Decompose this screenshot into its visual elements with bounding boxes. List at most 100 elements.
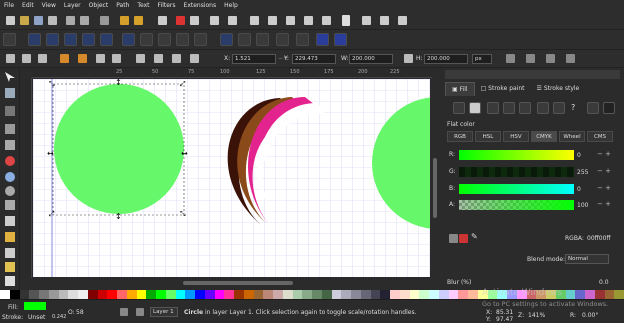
radial-gradient-button[interactable] [503, 102, 515, 114]
selector-tool-icon[interactable] [5, 72, 15, 82]
align-distribute-icon[interactable] [362, 16, 371, 25]
palette-swatch[interactable] [263, 290, 273, 299]
snap-midpoint-button[interactable] [220, 33, 233, 46]
zoom-drawing-icon[interactable] [228, 16, 237, 25]
layer-visibility-icon[interactable] [120, 308, 128, 316]
snap-nodes-button[interactable] [122, 33, 135, 46]
stroke-value[interactable]: Unset [28, 314, 45, 321]
palette-swatch[interactable] [380, 290, 390, 299]
palette-swatch[interactable] [19, 290, 30, 299]
rotate-cw-icon[interactable] [78, 54, 87, 63]
palette-swatch[interactable] [156, 290, 166, 299]
fill-rule-nonzero-button[interactable] [603, 102, 615, 114]
move-gradients-icon[interactable] [546, 54, 555, 63]
rgba-value[interactable]: 00ff00ff [587, 235, 611, 242]
palette-swatch[interactable] [78, 290, 88, 299]
flip-vertical-icon[interactable] [112, 54, 121, 63]
scale-corners-icon[interactable] [526, 54, 535, 63]
scale-handle-top-icon[interactable]: ↕ [115, 79, 122, 87]
corner-handle-tr-icon[interactable]: ⤢ [180, 80, 186, 89]
mode-cms-tab[interactable]: CMS [587, 131, 613, 142]
paste-icon[interactable] [190, 16, 199, 25]
scale-handle-right-icon[interactable]: ↔ [181, 149, 188, 158]
swatch-button[interactable] [553, 102, 565, 114]
corner-handle-tl-icon[interactable]: ⤡ [49, 80, 55, 89]
scale-stroke-icon[interactable] [506, 54, 515, 63]
palette-swatch[interactable] [204, 290, 215, 299]
palette-swatch[interactable] [458, 290, 468, 299]
palette-swatch[interactable] [565, 290, 576, 299]
snap-smooth-button[interactable] [194, 33, 207, 46]
palette-swatch[interactable] [117, 290, 127, 299]
undo-arrow-icon[interactable] [120, 16, 129, 25]
palette-swatch[interactable] [39, 290, 49, 299]
snap-intersections-button[interactable] [158, 33, 171, 46]
ungroup-icon[interactable] [322, 16, 331, 25]
new-document-icon[interactable] [6, 16, 15, 25]
mesh-gradient-button[interactable] [519, 102, 531, 114]
menu-layer[interactable]: Layer [64, 2, 81, 9]
menu-extensions[interactable]: Extensions [184, 2, 217, 9]
h-field[interactable]: 200.000 [424, 54, 468, 64]
deselect-icon[interactable] [38, 54, 47, 63]
palette-swatch[interactable] [175, 290, 186, 299]
x-field[interactable]: 1.521 [232, 54, 276, 64]
y-field[interactable]: 229.473 [292, 54, 336, 64]
menu-filters[interactable]: Filters [158, 2, 176, 9]
a-stepper[interactable]: − + [597, 200, 611, 208]
palette-swatch[interactable] [253, 290, 264, 299]
mode-wheel-tab[interactable]: Wheel [559, 131, 585, 142]
b-slider[interactable] [459, 184, 574, 194]
raise-to-top-icon[interactable] [136, 54, 145, 63]
palette-swatch[interactable] [468, 290, 478, 299]
menu-file[interactable]: File [4, 2, 14, 9]
mode-hsv-tab[interactable]: HSV [503, 131, 529, 142]
mode-hsl-tab[interactable]: HSL [475, 131, 501, 142]
palette-swatch[interactable] [419, 290, 429, 299]
palette-swatch[interactable] [448, 290, 459, 299]
undo-icon[interactable] [100, 16, 109, 25]
horizontal-scroll-thumb[interactable] [183, 281, 293, 285]
palette-swatch[interactable] [243, 290, 254, 299]
flip-horizontal-icon[interactable] [96, 54, 105, 63]
snap-bbox-edge-button[interactable] [46, 33, 59, 46]
palette-swatch[interactable] [165, 290, 176, 299]
cut-icon[interactable] [176, 16, 185, 25]
menu-path[interactable]: Path [116, 2, 129, 9]
vertical-scroll-thumb[interactable] [433, 158, 437, 218]
move-patterns-icon[interactable] [566, 54, 575, 63]
snap-rotation-button[interactable] [256, 33, 269, 46]
palette-swatch[interactable] [136, 290, 147, 299]
layer-select[interactable]: Layer 1 [150, 307, 178, 317]
blend-mode-select[interactable]: Normal [565, 254, 609, 264]
clone-icon[interactable] [268, 16, 277, 25]
palette-swatch[interactable] [273, 290, 283, 299]
palette-swatch[interactable] [0, 290, 10, 299]
palette-swatch[interactable] [58, 290, 69, 299]
tab-stroke-style[interactable]: ☰ Stroke style [531, 82, 586, 96]
color-picker-icon[interactable]: ✎ [471, 232, 478, 241]
zoom-selection-icon[interactable] [210, 16, 219, 25]
palette-swatch[interactable] [604, 290, 615, 299]
palette-swatch[interactable] [214, 290, 225, 299]
palette-swatch[interactable] [282, 290, 293, 299]
snap-page-border-button[interactable] [296, 33, 309, 46]
unset-paint-icon[interactable]: ? [571, 103, 575, 112]
palette-swatch[interactable] [146, 290, 156, 299]
copy-icon[interactable] [158, 16, 167, 25]
export-icon[interactable] [80, 16, 89, 25]
r-stepper[interactable]: − + [597, 150, 611, 158]
rotate-ccw-icon[interactable] [60, 54, 69, 63]
rect-tool-icon[interactable] [5, 156, 15, 166]
text-tool-icon[interactable] [5, 276, 15, 286]
palette-swatch[interactable] [126, 290, 137, 299]
snap-grid-button[interactable] [316, 33, 329, 46]
node-tool-icon[interactable] [5, 88, 15, 98]
vertical-scrollbar[interactable] [430, 78, 440, 283]
fill-color-swatch[interactable] [24, 302, 46, 310]
drawing-canvas[interactable]: ↔ ↔ ↕ ↕ ⤡ ⤢ ⤢ ⤡ [33, 79, 430, 277]
palette-swatch[interactable] [97, 290, 108, 299]
zoom-tool-icon[interactable] [5, 124, 15, 134]
snap-guide-button[interactable] [334, 33, 347, 46]
fill-rule-evenodd-button[interactable] [587, 102, 599, 114]
